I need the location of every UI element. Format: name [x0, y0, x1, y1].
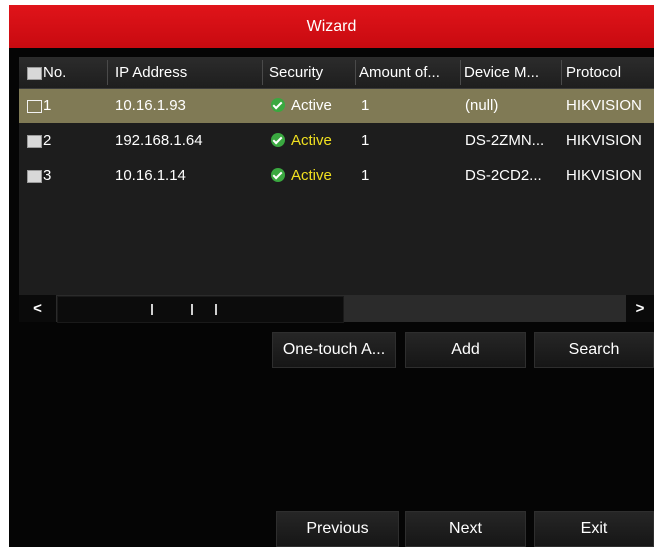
row-ip-address: 10.16.1.14	[115, 167, 186, 184]
column-divider[interactable]	[262, 60, 263, 85]
column-divider[interactable]	[355, 60, 356, 85]
device-table: No. IP Address Security Amount of... Dev…	[19, 57, 654, 295]
column-divider[interactable]	[107, 60, 108, 85]
row-device-model: DS-2ZMN...	[465, 132, 545, 149]
next-button[interactable]: Next	[405, 511, 526, 547]
table-header: No. IP Address Security Amount of... Dev…	[19, 57, 654, 89]
add-button[interactable]: Add	[405, 332, 526, 368]
row-security: Active	[271, 159, 357, 193]
row-amount: 1	[361, 167, 370, 184]
column-header-ip-address[interactable]: IP Address	[115, 57, 255, 88]
row-amount: 1	[361, 97, 370, 114]
row-amount: 1	[361, 132, 370, 149]
scroll-right-button[interactable]: >	[626, 295, 654, 322]
row-ip-address: 192.168.1.64	[115, 132, 203, 149]
row-device-model: (null)	[465, 97, 499, 114]
column-header-protocol[interactable]: Protocol	[566, 57, 654, 88]
chevron-left-icon: <	[33, 300, 42, 317]
chevron-right-icon: >	[635, 300, 645, 317]
check-circle-icon	[271, 98, 285, 113]
row-protocol: HIKVISION	[566, 132, 642, 149]
row-checkbox[interactable]	[27, 170, 42, 183]
row-security: Active	[271, 89, 357, 123]
table-row[interactable]: 2 192.168.1.64 Active 1 DS-2ZMN... HIKVI…	[19, 124, 654, 158]
wizard-window: Wizard No. IP Address Security Amount of…	[9, 5, 654, 547]
horizontal-scrollbar[interactable]: < >	[19, 295, 654, 323]
exit-button[interactable]: Exit	[534, 511, 654, 547]
search-button[interactable]: Search	[534, 332, 654, 368]
select-all-checkbox[interactable]	[27, 66, 42, 80]
scroll-thumb[interactable]	[57, 296, 344, 323]
row-no: 3	[43, 167, 52, 184]
security-status: Active	[291, 167, 332, 184]
security-status: Active	[291, 97, 332, 114]
check-circle-icon	[271, 133, 285, 148]
row-security: Active	[271, 124, 357, 158]
row-no: 2	[43, 132, 52, 149]
column-divider[interactable]	[561, 60, 562, 85]
table-row[interactable]: 1 10.16.1.93 Active 1 (null) HIKVISION	[19, 89, 654, 123]
column-header-no[interactable]: No.	[43, 57, 103, 88]
check-circle-icon	[271, 168, 285, 183]
row-checkbox[interactable]	[27, 100, 42, 113]
row-ip-address: 10.16.1.93	[115, 97, 186, 114]
window-title: Wizard	[306, 18, 357, 35]
column-header-security[interactable]: Security	[269, 57, 349, 88]
title-bar: Wizard	[9, 5, 654, 48]
scroll-left-button[interactable]: <	[19, 295, 56, 322]
grip-line	[191, 304, 193, 315]
row-protocol: HIKVISION	[566, 167, 642, 184]
row-checkbox[interactable]	[27, 135, 42, 148]
column-divider[interactable]	[460, 60, 461, 85]
column-header-device-model[interactable]: Device M...	[464, 57, 564, 88]
column-header-amount[interactable]: Amount of...	[359, 57, 459, 88]
grip-line	[215, 304, 217, 315]
security-status: Active	[291, 132, 332, 149]
previous-button[interactable]: Previous	[276, 511, 399, 547]
grip-line	[151, 304, 153, 315]
one-touch-add-button[interactable]: One-touch A...	[272, 332, 396, 368]
row-device-model: DS-2CD2...	[465, 167, 542, 184]
table-row[interactable]: 3 10.16.1.14 Active 1 DS-2CD2... HIKVISI…	[19, 159, 654, 193]
row-protocol: HIKVISION	[566, 97, 642, 114]
row-no: 1	[43, 97, 52, 114]
